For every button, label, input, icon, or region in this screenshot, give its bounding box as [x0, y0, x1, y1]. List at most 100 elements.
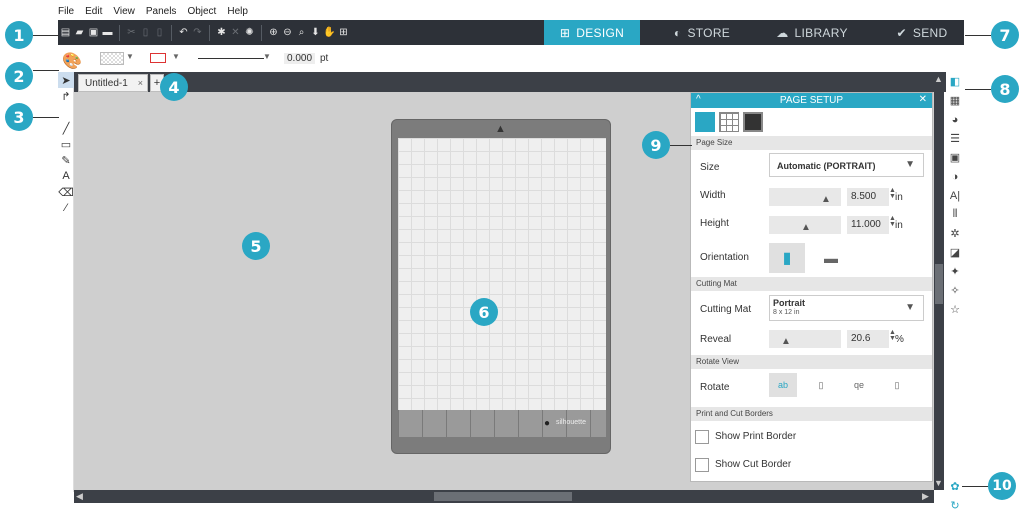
- menu-view[interactable]: View: [113, 5, 135, 19]
- drawing-tools: ➤ ↱ ╱ ▭ ✎ A ⌫ ⁄: [58, 72, 74, 492]
- landscape-icon[interactable]: ▬: [813, 243, 849, 273]
- height-input[interactable]: 11.000: [847, 216, 889, 234]
- rectangle-tool-icon[interactable]: ▭: [58, 136, 74, 152]
- slider-thumb[interactable]: ▲: [801, 222, 811, 233]
- page-setup-tab-icon[interactable]: [695, 112, 715, 132]
- group-icon[interactable]: ✺: [244, 27, 255, 38]
- show-print-border-checkbox[interactable]: [695, 430, 709, 444]
- pencil-tool-icon[interactable]: ✎: [58, 152, 74, 168]
- fill-pattern-swatch[interactable]: [100, 52, 124, 65]
- tab-store[interactable]: ◐ STORE: [654, 20, 750, 45]
- sync-icon[interactable]: ↻: [946, 496, 964, 515]
- width-slider[interactable]: ▲: [769, 188, 841, 206]
- chevron-down-icon[interactable]: ▼: [126, 52, 134, 61]
- pan-hand-icon[interactable]: ✋: [323, 27, 335, 38]
- chevron-down-icon[interactable]: ▼: [263, 52, 271, 61]
- show-cut-border-checkbox[interactable]: [695, 458, 709, 472]
- replicate-icon[interactable]: ✲: [946, 224, 964, 243]
- save-icon[interactable]: ▣: [88, 27, 99, 38]
- menu-panels[interactable]: Panels: [146, 5, 177, 19]
- library-panel-icon[interactable]: ▦: [946, 91, 964, 110]
- select-tool-icon[interactable]: ➤: [58, 72, 74, 88]
- page-area[interactable]: [398, 138, 606, 410]
- slider-thumb[interactable]: ▲: [781, 336, 791, 347]
- image-effects-icon[interactable]: ◑: [946, 167, 964, 186]
- eraser-tool-icon[interactable]: ⌫: [58, 184, 74, 200]
- scroll-down-icon[interactable]: ▼: [934, 478, 943, 488]
- width-row: Width ▲ 8.500 ▲ ▼ in: [691, 185, 932, 213]
- scroll-right-icon[interactable]: ▶: [922, 491, 929, 502]
- text-style-icon[interactable]: A|: [946, 186, 964, 205]
- tab-design[interactable]: ⊞ DESIGN: [544, 20, 640, 45]
- copy-icon[interactable]: ▯: [140, 27, 151, 38]
- scroll-thumb[interactable]: [935, 264, 943, 304]
- redo-icon[interactable]: ↷: [192, 27, 203, 38]
- line-color-swatch[interactable]: [150, 53, 166, 63]
- drag-zoom-icon[interactable]: ⬇: [310, 27, 321, 38]
- vertical-scrollbar[interactable]: ▲ ▼: [934, 72, 944, 490]
- paste-icon[interactable]: ▯: [154, 27, 165, 38]
- fill-color-icon[interactable]: ◕: [946, 110, 964, 129]
- star-icon[interactable]: ☆: [946, 300, 964, 319]
- new-file-icon[interactable]: ▤: [60, 27, 71, 38]
- cut-icon[interactable]: ✂: [126, 27, 137, 38]
- tab-send[interactable]: ✔ SEND: [874, 20, 970, 45]
- line-width-input[interactable]: 0.000: [284, 53, 316, 64]
- zoom-select-icon[interactable]: ⌕: [296, 27, 307, 38]
- align-icon[interactable]: ⫴: [946, 205, 964, 224]
- undo-icon[interactable]: ↶: [178, 27, 189, 38]
- height-slider[interactable]: ▲: [769, 216, 841, 234]
- menu-file[interactable]: File: [58, 5, 74, 19]
- page-setup-icon[interactable]: ◧: [946, 72, 964, 91]
- edit-points-icon[interactable]: ↱: [58, 88, 74, 104]
- width-input[interactable]: 8.500: [847, 188, 889, 206]
- cutting-mat-select[interactable]: Portrait 8 x 12 in ▼: [769, 295, 924, 321]
- close-tab-icon[interactable]: ×: [138, 78, 143, 88]
- rotate-0-icon[interactable]: ab: [769, 373, 797, 397]
- grid-settings-tab-icon[interactable]: [719, 112, 739, 132]
- line-style-preview[interactable]: [198, 58, 264, 59]
- show-cut-border-label: Show Cut Border: [715, 459, 792, 470]
- knife-tool-icon[interactable]: ⁄: [58, 200, 74, 216]
- menu-help[interactable]: Help: [227, 5, 248, 19]
- size-select[interactable]: Automatic (PORTRAIT) ▼: [769, 153, 924, 177]
- tab-library[interactable]: ☁ LIBRARY: [764, 20, 860, 45]
- rotate-180-icon[interactable]: qe: [845, 373, 873, 397]
- background-tab-icon[interactable]: [743, 112, 763, 132]
- scroll-thumb[interactable]: [434, 492, 572, 501]
- line-tool-icon[interactable]: ╱: [58, 120, 74, 136]
- offset-icon[interactable]: ✦: [946, 262, 964, 281]
- menu-edit[interactable]: Edit: [85, 5, 102, 19]
- select-all-icon[interactable]: ✱: [216, 27, 227, 38]
- chevron-down-icon[interactable]: ▼: [172, 52, 180, 61]
- line-style-icon[interactable]: ☰: [946, 129, 964, 148]
- reveal-slider[interactable]: ▲: [769, 330, 841, 348]
- modify-icon[interactable]: ◪: [946, 243, 964, 262]
- scroll-left-icon[interactable]: ◀: [76, 491, 83, 502]
- deselect-icon[interactable]: ✕: [230, 27, 241, 38]
- open-folder-icon[interactable]: ▰: [74, 27, 85, 38]
- zoom-out-icon[interactable]: ⊖: [282, 27, 293, 38]
- page-setup-panel: ^ PAGE SETUP ✕ Page Size Size Automatic …: [690, 92, 933, 482]
- print-icon[interactable]: ▬: [102, 27, 113, 38]
- scroll-up-icon[interactable]: ▲: [934, 74, 943, 84]
- portrait-icon[interactable]: ▮: [769, 243, 805, 273]
- line-color-icon[interactable]: ▣: [946, 148, 964, 167]
- fit-page-icon[interactable]: ⊞: [338, 27, 349, 38]
- palette-icon[interactable]: 🎨: [62, 51, 82, 71]
- slider-thumb[interactable]: ▲: [821, 194, 831, 205]
- trace-icon[interactable]: ✧: [946, 281, 964, 300]
- text-tool-icon[interactable]: A: [58, 168, 74, 184]
- height-row: Height ▲ 11.000 ▲ ▼ in: [691, 213, 932, 241]
- horizontal-scrollbar[interactable]: ◀ ▶: [74, 490, 934, 503]
- collapse-icon[interactable]: ^: [696, 94, 701, 105]
- zoom-in-icon[interactable]: ⊕: [268, 27, 279, 38]
- rotate-270-icon[interactable]: ▯: [883, 373, 911, 397]
- callout-9: 9: [642, 131, 670, 159]
- document-tab[interactable]: Untitled-1 ×: [78, 74, 148, 92]
- close-panel-icon[interactable]: ✕: [919, 94, 927, 105]
- rotate-90-icon[interactable]: ▯: [807, 373, 835, 397]
- menu-object[interactable]: Object: [187, 5, 216, 19]
- reveal-input[interactable]: 20.6: [847, 330, 889, 348]
